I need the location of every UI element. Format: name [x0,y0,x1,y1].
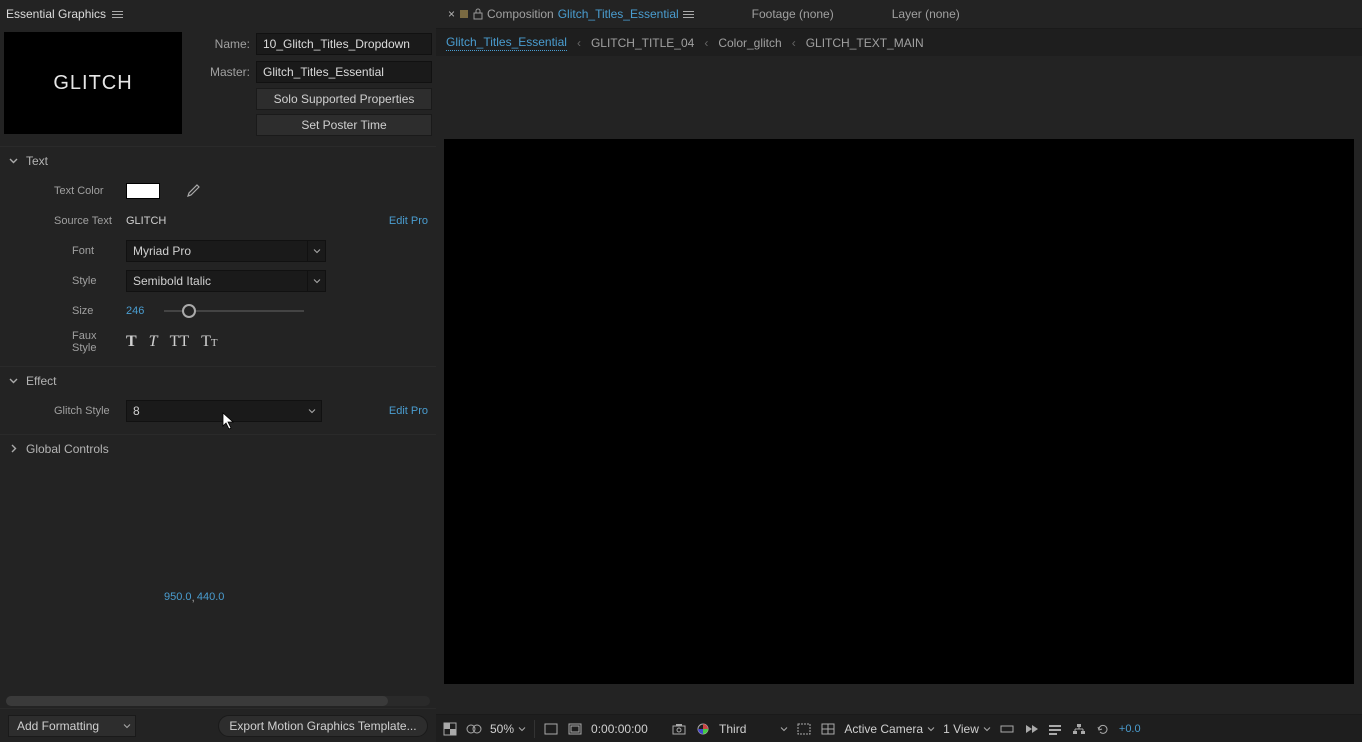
fast-preview-icon[interactable] [1023,721,1039,737]
eyedropper-icon[interactable] [186,184,200,198]
text-color-swatch[interactable] [126,183,160,199]
panel-menu-icon[interactable] [112,11,123,18]
text-color-label: Text Color [8,185,112,197]
quality-select[interactable]: Third [719,722,788,736]
horizontal-scrollbar[interactable] [6,696,430,706]
breadcrumb-item[interactable]: GLITCH_TEXT_MAIN [806,36,924,50]
coord-x-value[interactable]: 950.0 [164,591,192,603]
grid-icon[interactable] [820,721,836,737]
faux-style-label: Faux Style [8,330,112,354]
panel-menu-icon[interactable] [683,11,694,18]
essential-graphics-header: Essential Graphics [0,0,436,28]
chevron-left-icon[interactable]: ‹ [704,36,708,50]
add-formatting-select[interactable]: Add Formatting [8,715,136,737]
breadcrumb-item[interactable]: Color_glitch [718,36,781,50]
all-caps-button[interactable]: TT [170,334,190,350]
font-label: Font [8,245,112,257]
breadcrumb-item[interactable]: Glitch_Titles_Essential [446,35,567,51]
tab-footage[interactable]: Footage (none) [746,0,840,28]
panel-title: Essential Graphics [6,7,106,21]
lock-icon[interactable] [473,8,483,20]
glitch-style-label: Glitch Style [8,405,112,417]
source-text-label: Source Text [8,215,112,227]
group-header-effect[interactable]: Effect [0,366,436,394]
faux-italic-button[interactable]: T [149,334,158,350]
chevron-left-icon[interactable]: ‹ [792,36,796,50]
export-mogrt-button[interactable]: Export Motion Graphics Template... [218,715,428,737]
zoom-select[interactable]: 50% [490,722,526,736]
name-input[interactable] [256,33,432,55]
chevron-right-icon [8,444,18,454]
camera-select[interactable]: Active Camera [844,722,935,736]
roi-icon[interactable] [796,721,812,737]
small-caps-button[interactable]: TT [201,334,218,350]
chevron-down-icon [303,401,321,421]
set-poster-time-button[interactable]: Set Poster Time [256,114,432,136]
tab-layer[interactable]: Layer (none) [886,0,966,28]
chevron-down-icon [307,241,325,261]
master-label: Master: [190,65,250,79]
close-icon[interactable]: × [448,7,455,21]
exposure-value[interactable]: +0.0 [1119,723,1141,735]
slider-thumb[interactable] [182,304,196,318]
coord-y-value[interactable]: 440.0 [197,591,225,603]
chevron-down-icon [8,156,18,166]
scrollbar-thumb[interactable] [6,696,388,706]
chevron-down-icon [307,271,325,291]
faux-bold-button[interactable]: T [126,334,137,350]
breadcrumb-item[interactable]: GLITCH_TITLE_04 [591,36,694,50]
viewer-canvas [444,139,1354,684]
show-channel-icon[interactable] [695,721,711,737]
composition-tab-bar: × Composition Glitch_Titles_Essential Fo… [436,0,1362,28]
mask-toggle-icon[interactable] [466,721,482,737]
cursor-icon [222,412,236,430]
chevron-left-icon[interactable]: ‹ [577,36,581,50]
font-size-value[interactable]: 246 [126,305,144,317]
flowchart-icon[interactable] [1071,721,1087,737]
solo-properties-button[interactable]: Solo Supported Properties [256,88,432,110]
font-select[interactable]: Myriad Pro [126,240,326,262]
group-header-text[interactable]: Text [0,146,436,174]
master-input[interactable] [256,61,432,83]
pixel-aspect-icon[interactable] [999,721,1015,737]
timeline-icon[interactable] [1047,721,1063,737]
reset-exposure-icon[interactable] [1095,721,1111,737]
alpha-toggle-icon[interactable] [442,721,458,737]
source-text-value: GLITCH [126,215,166,227]
size-label: Size [8,305,112,317]
name-label: Name: [190,37,250,51]
view-count-select[interactable]: 1 View [943,722,991,736]
safe-zones-icon[interactable] [567,721,583,737]
composition-breadcrumbs: Glitch_Titles_Essential ‹ GLITCH_TITLE_0… [436,28,1362,56]
layer-marker-icon [459,9,469,19]
resolution-icon[interactable] [543,721,559,737]
composition-viewer[interactable] [436,56,1362,714]
font-size-slider[interactable] [164,310,304,312]
chevron-down-icon [123,722,131,730]
chevron-down-icon [8,376,18,386]
group-header-global[interactable]: Global Controls [0,434,436,462]
font-style-select[interactable]: Semibold Italic [126,270,326,292]
composition-name-link[interactable]: Glitch_Titles_Essential [558,7,679,21]
tab-composition[interactable]: × Composition Glitch_Titles_Essential [442,0,700,28]
edit-properties-link[interactable]: Edit Pro [389,215,428,227]
snapshot-icon[interactable] [671,721,687,737]
style-label: Style [8,275,112,287]
viewer-footer: 50% Third Active Camera [436,714,1362,742]
current-time-input[interactable] [591,722,663,736]
poster-thumbnail[interactable]: GLITCH [4,32,182,134]
edit-properties-link[interactable]: Edit Pro [389,405,428,417]
